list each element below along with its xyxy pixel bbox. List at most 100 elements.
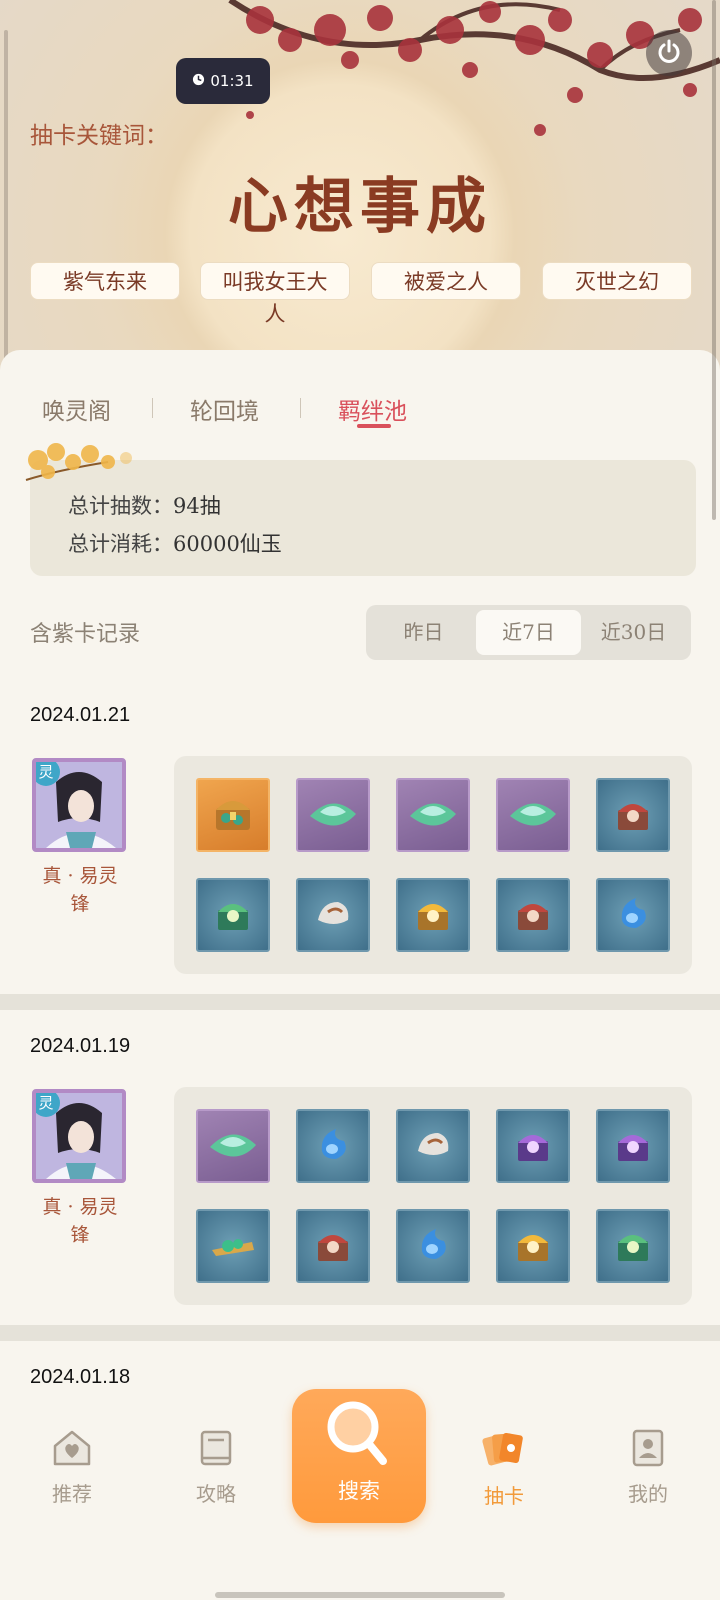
section-divider <box>0 1325 720 1341</box>
character-name: 真 · 易灵 锋 <box>30 1193 130 1249</box>
tab-lunhuijing[interactable]: 轮回境 <box>190 392 259 426</box>
item-slot[interactable] <box>196 878 270 952</box>
total-cost-value: 60000仙玉 <box>173 532 282 556</box>
keyword-chip-2-text: 叫我女王大 <box>222 270 328 294</box>
item-slot[interactable] <box>496 778 570 852</box>
cards-icon <box>481 1432 527 1474</box>
character-avatar[interactable]: 灵 <box>32 1089 126 1183</box>
item-slot[interactable] <box>196 1209 270 1283</box>
keyword-chip-2-overflow: 人 <box>264 302 286 326</box>
gold-box-icon <box>510 1221 556 1271</box>
total-pulls-row: 总计抽数：94抽 <box>68 490 221 520</box>
item-slot[interactable] <box>596 878 670 952</box>
scrollbar-right <box>712 0 716 520</box>
gold-box-icon <box>410 890 456 940</box>
nav-mine-label: 我的 <box>628 1482 668 1506</box>
nav-search-button[interactable]: 搜索 <box>292 1389 426 1523</box>
character-name-line1: 真 · 易灵 <box>42 865 118 887</box>
item-slot[interactable] <box>496 1209 570 1283</box>
nav-guide[interactable]: 攻略 <box>166 1428 266 1507</box>
item-slot[interactable] <box>396 1109 470 1183</box>
total-pulls-label: 总计抽数： <box>68 494 173 518</box>
section-divider <box>0 994 720 1010</box>
item-grid <box>174 756 692 974</box>
timer-text: 01:31 <box>210 72 254 90</box>
jade-leaf-icon <box>406 788 460 842</box>
item-slot[interactable] <box>196 778 270 852</box>
tab-separator <box>300 398 301 418</box>
nav-recommend-label: 推荐 <box>52 1482 92 1506</box>
red-box-icon <box>310 1221 356 1271</box>
purple-box-icon <box>510 1121 556 1171</box>
record-date: 2024.01.18 <box>30 1366 131 1388</box>
blue-flame-icon <box>410 1221 456 1271</box>
jade-leaf-icon <box>306 788 360 842</box>
nav-search-label: 搜索 <box>338 1479 380 1503</box>
keyword-chip-1[interactable]: 紫气东来 <box>30 262 180 300</box>
countdown-timer: 01:31 <box>176 58 270 104</box>
jade-leaf-icon <box>206 1119 260 1173</box>
keyword-chip-4[interactable]: 灭世之幻 <box>542 262 692 300</box>
profile-card-icon <box>628 1429 668 1472</box>
range-selector: 昨日 近7日 近30日 <box>366 605 691 660</box>
item-slot[interactable] <box>596 1209 670 1283</box>
tab-separator <box>152 398 153 418</box>
item-slot[interactable] <box>596 778 670 852</box>
tab-huanlingge[interactable]: 唤灵阁 <box>42 392 111 426</box>
character-avatar[interactable]: 灵 <box>32 758 126 852</box>
stone-icon <box>410 1121 456 1171</box>
record-date: 2024.01.19 <box>30 1035 131 1057</box>
book-icon <box>196 1430 236 1472</box>
item-slot[interactable] <box>396 778 470 852</box>
purple-box-icon <box>610 1121 656 1171</box>
keyword-main: 心想事成 <box>228 172 492 242</box>
keyword-chip-3[interactable]: 被爱之人 <box>371 262 521 300</box>
keyword-label: 抽卡关键词： <box>30 123 168 149</box>
nav-draw[interactable]: 抽卡 <box>454 1428 554 1509</box>
character-name: 真 · 易灵 锋 <box>30 862 130 918</box>
header-banner: 01:31 抽卡关键词： 心想事成 紫气东来 叫我女王大 人 被爱之人 灭世之幻 <box>0 0 720 380</box>
search-icon <box>325 1399 391 1473</box>
stone-icon <box>310 890 356 940</box>
item-slot[interactable] <box>396 878 470 952</box>
total-cost-row: 总计消耗：60000仙玉 <box>68 528 282 558</box>
jade-leaf-icon <box>506 788 560 842</box>
range-7days[interactable]: 近7日 <box>476 610 581 655</box>
total-cost-label: 总计消耗： <box>68 532 173 556</box>
item-slot[interactable] <box>196 1109 270 1183</box>
power-button[interactable] <box>646 30 692 76</box>
red-box-icon <box>610 790 656 840</box>
record-date: 2024.01.21 <box>30 704 131 726</box>
tab-active-underline <box>357 424 391 428</box>
range-yesterday[interactable]: 昨日 <box>371 610 476 655</box>
home-indicator[interactable] <box>215 1592 505 1598</box>
item-slot[interactable] <box>296 1209 370 1283</box>
green-box-icon <box>610 1221 656 1271</box>
character-name-line1: 真 · 易灵 <box>42 1196 118 1218</box>
character-name-line2: 锋 <box>70 1224 90 1246</box>
tab-jibanchi[interactable]: 羁绊池 <box>338 392 407 426</box>
range-30days[interactable]: 近30日 <box>581 610 686 655</box>
pool-tabs: 唤灵阁 轮回境 羁绊池 <box>0 392 720 432</box>
item-slot[interactable] <box>296 1109 370 1183</box>
green-box-icon <box>210 890 256 940</box>
blue-flame-icon <box>610 890 656 940</box>
nav-guide-label: 攻略 <box>196 1482 236 1506</box>
clock-icon <box>192 72 205 90</box>
item-slot[interactable] <box>296 778 370 852</box>
nav-draw-label: 抽卡 <box>484 1484 524 1508</box>
nav-recommend[interactable]: 推荐 <box>22 1428 122 1507</box>
treasure-chest-icon <box>208 788 258 842</box>
power-icon <box>655 37 683 69</box>
blue-flame-icon <box>310 1121 356 1171</box>
item-slot[interactable] <box>296 878 370 952</box>
red-box-icon <box>510 890 556 940</box>
keyword-chip-2[interactable]: 叫我女王大 人 <box>200 262 350 326</box>
character-name-line2: 锋 <box>70 893 90 915</box>
item-slot[interactable] <box>496 1109 570 1183</box>
item-slot[interactable] <box>396 1209 470 1283</box>
nav-mine[interactable]: 我的 <box>598 1428 698 1507</box>
item-slot[interactable] <box>596 1109 670 1183</box>
item-slot[interactable] <box>496 878 570 952</box>
records-title: 含紫卡记录 <box>30 622 141 647</box>
